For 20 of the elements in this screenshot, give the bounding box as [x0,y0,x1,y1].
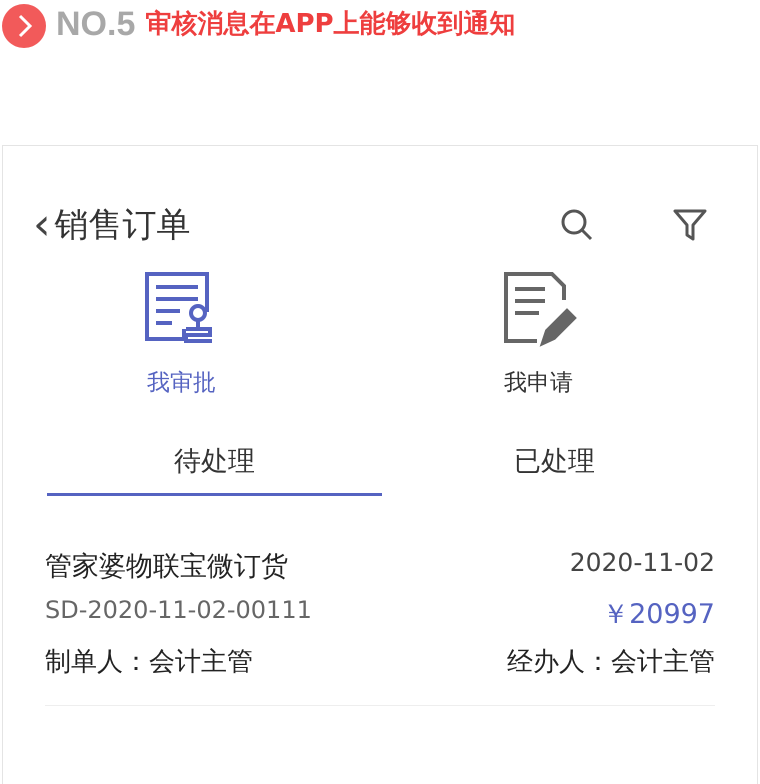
handler-label: 经办人：会计主管 [507,646,715,679]
filter-icon [673,208,707,242]
back-button[interactable]: ‹ [33,203,51,247]
customer-name: 管家婆物联宝微订货 [45,550,289,584]
filter-button[interactable] [673,208,707,242]
search-icon [559,207,595,243]
banner-title: 审核消息在APP上能够收到通知 [145,8,516,41]
chevron-badge-icon [2,4,46,48]
order-amount: ￥20997 [601,598,715,632]
step-number: NO.5 [56,4,136,44]
page-title: 销售订单 [54,204,192,247]
mode-button[interactable]: 我申请 [360,270,717,399]
mode-button[interactable]: 我审批 [3,270,360,399]
order-date: 2020-11-02 [568,548,715,579]
order-code: SD-2020-11-02-00111 [45,596,313,626]
maker-label: 制单人：会计主管 [45,646,254,679]
search-button[interactable] [559,207,595,243]
order-card[interactable]: 管家婆物联宝微订货 2020-11-02 SD-2020-11-02-00111 ￥20997 制单人：会计主管 经办人：会计主管 [45,548,715,706]
tab[interactable]: 已处理 [382,431,727,496]
tab[interactable]: 待处理 [47,431,382,496]
